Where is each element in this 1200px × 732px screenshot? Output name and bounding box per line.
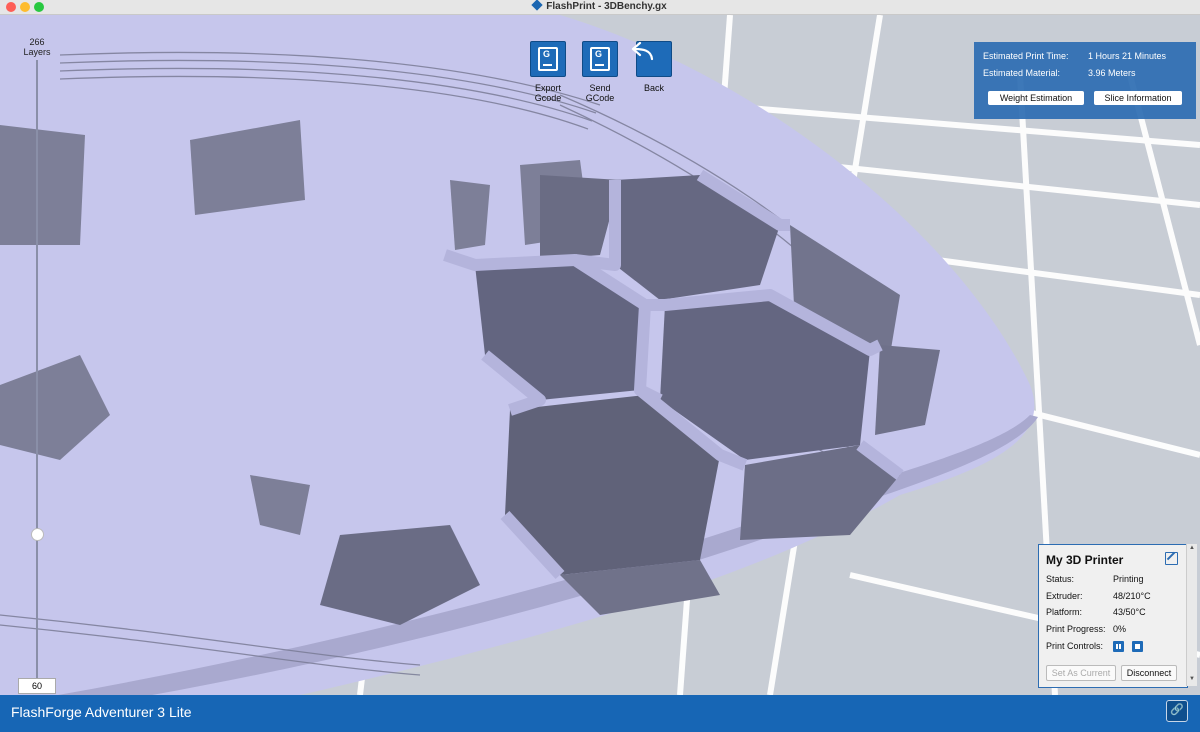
controls-label: Print Controls: xyxy=(1046,641,1104,651)
weight-estimation-button[interactable]: Weight Estimation xyxy=(988,91,1084,105)
machine-name: FlashForge Adventurer 3 Lite xyxy=(11,704,192,720)
layer-slider-track[interactable] xyxy=(36,60,38,680)
status-label: Status: xyxy=(1046,574,1075,584)
back-tile xyxy=(631,41,672,77)
window-title: FlashPrint - 3DBenchy.gx xyxy=(546,1,667,12)
material-label: Estimated Material: xyxy=(983,68,1061,78)
export-gcode-label: Export Gcode xyxy=(534,83,562,103)
layer-number-input[interactable]: 60 xyxy=(18,678,56,694)
stop-button[interactable] xyxy=(1132,641,1143,652)
send-gcode-icon: G xyxy=(590,47,610,71)
layer-slider-handle[interactable] xyxy=(31,528,44,541)
export-gcode-icon-letter: G xyxy=(543,49,551,59)
scroll-up-icon[interactable]: ▲ xyxy=(1189,545,1195,551)
scroll-down-icon[interactable]: ▼ xyxy=(1189,676,1195,682)
printer-panel: My 3D Printer Status: Printing Extruder:… xyxy=(1038,544,1188,688)
connect-machine-button[interactable]: 🔗 xyxy=(1166,700,1188,722)
layer-count: 266 Layers xyxy=(20,37,54,57)
pause-button[interactable] xyxy=(1113,641,1124,652)
disconnect-button[interactable]: Disconnect xyxy=(1121,665,1177,681)
status-value: Printing xyxy=(1113,574,1144,584)
back-label: Back xyxy=(643,83,664,93)
printer-name: My 3D Printer xyxy=(1046,553,1124,567)
slice-information-button[interactable]: Slice Information xyxy=(1094,91,1182,105)
send-gcode-button[interactable]: G Send GCode xyxy=(577,41,623,103)
export-gcode-tile: G xyxy=(530,41,566,77)
export-gcode-icon: G xyxy=(538,47,558,71)
back-button[interactable]: Back xyxy=(631,41,677,93)
flashprint-app-icon xyxy=(531,0,543,11)
platform-label: Platform: xyxy=(1046,607,1083,617)
print-time-label: Estimated Print Time: xyxy=(983,51,1069,61)
export-gcode-button[interactable]: G Export Gcode xyxy=(525,41,571,103)
progress-label: Print Progress: xyxy=(1046,624,1106,634)
link-icon: 🔗 xyxy=(1170,704,1184,716)
back-arrow-icon xyxy=(631,41,654,61)
title-bar: FlashPrint - 3DBenchy.gx xyxy=(0,0,1200,15)
window-title-area: FlashPrint - 3DBenchy.gx xyxy=(0,0,1200,14)
estimate-panel: Estimated Print Time: 1 Hours 21 Minutes… xyxy=(974,42,1196,119)
send-gcode-label: Send GCode xyxy=(585,83,615,103)
layer-count-number: 266 xyxy=(29,37,45,47)
send-gcode-tile: G xyxy=(582,41,618,77)
layer-count-label: Layers xyxy=(23,47,51,57)
send-gcode-icon-letter: G xyxy=(595,49,603,59)
material-value: 3.96 Meters xyxy=(1088,68,1136,78)
set-as-current-button[interactable]: Set As Current xyxy=(1046,665,1116,681)
edit-printer-icon[interactable] xyxy=(1165,551,1178,565)
extruder-value: 48/210°C xyxy=(1113,591,1151,601)
printer-panel-scrollbar[interactable]: ▲ ▼ xyxy=(1186,544,1197,686)
extruder-label: Extruder: xyxy=(1046,591,1083,601)
progress-value: 0% xyxy=(1113,624,1127,634)
3d-preview-viewport[interactable]: 266 Layers 60 G Export Gcode G Send GCod… xyxy=(0,15,1200,695)
print-time-value: 1 Hours 21 Minutes xyxy=(1088,51,1167,61)
status-bar: FlashForge Adventurer 3 Lite 🔗 xyxy=(0,695,1200,732)
platform-value: 43/50°C xyxy=(1113,607,1146,617)
